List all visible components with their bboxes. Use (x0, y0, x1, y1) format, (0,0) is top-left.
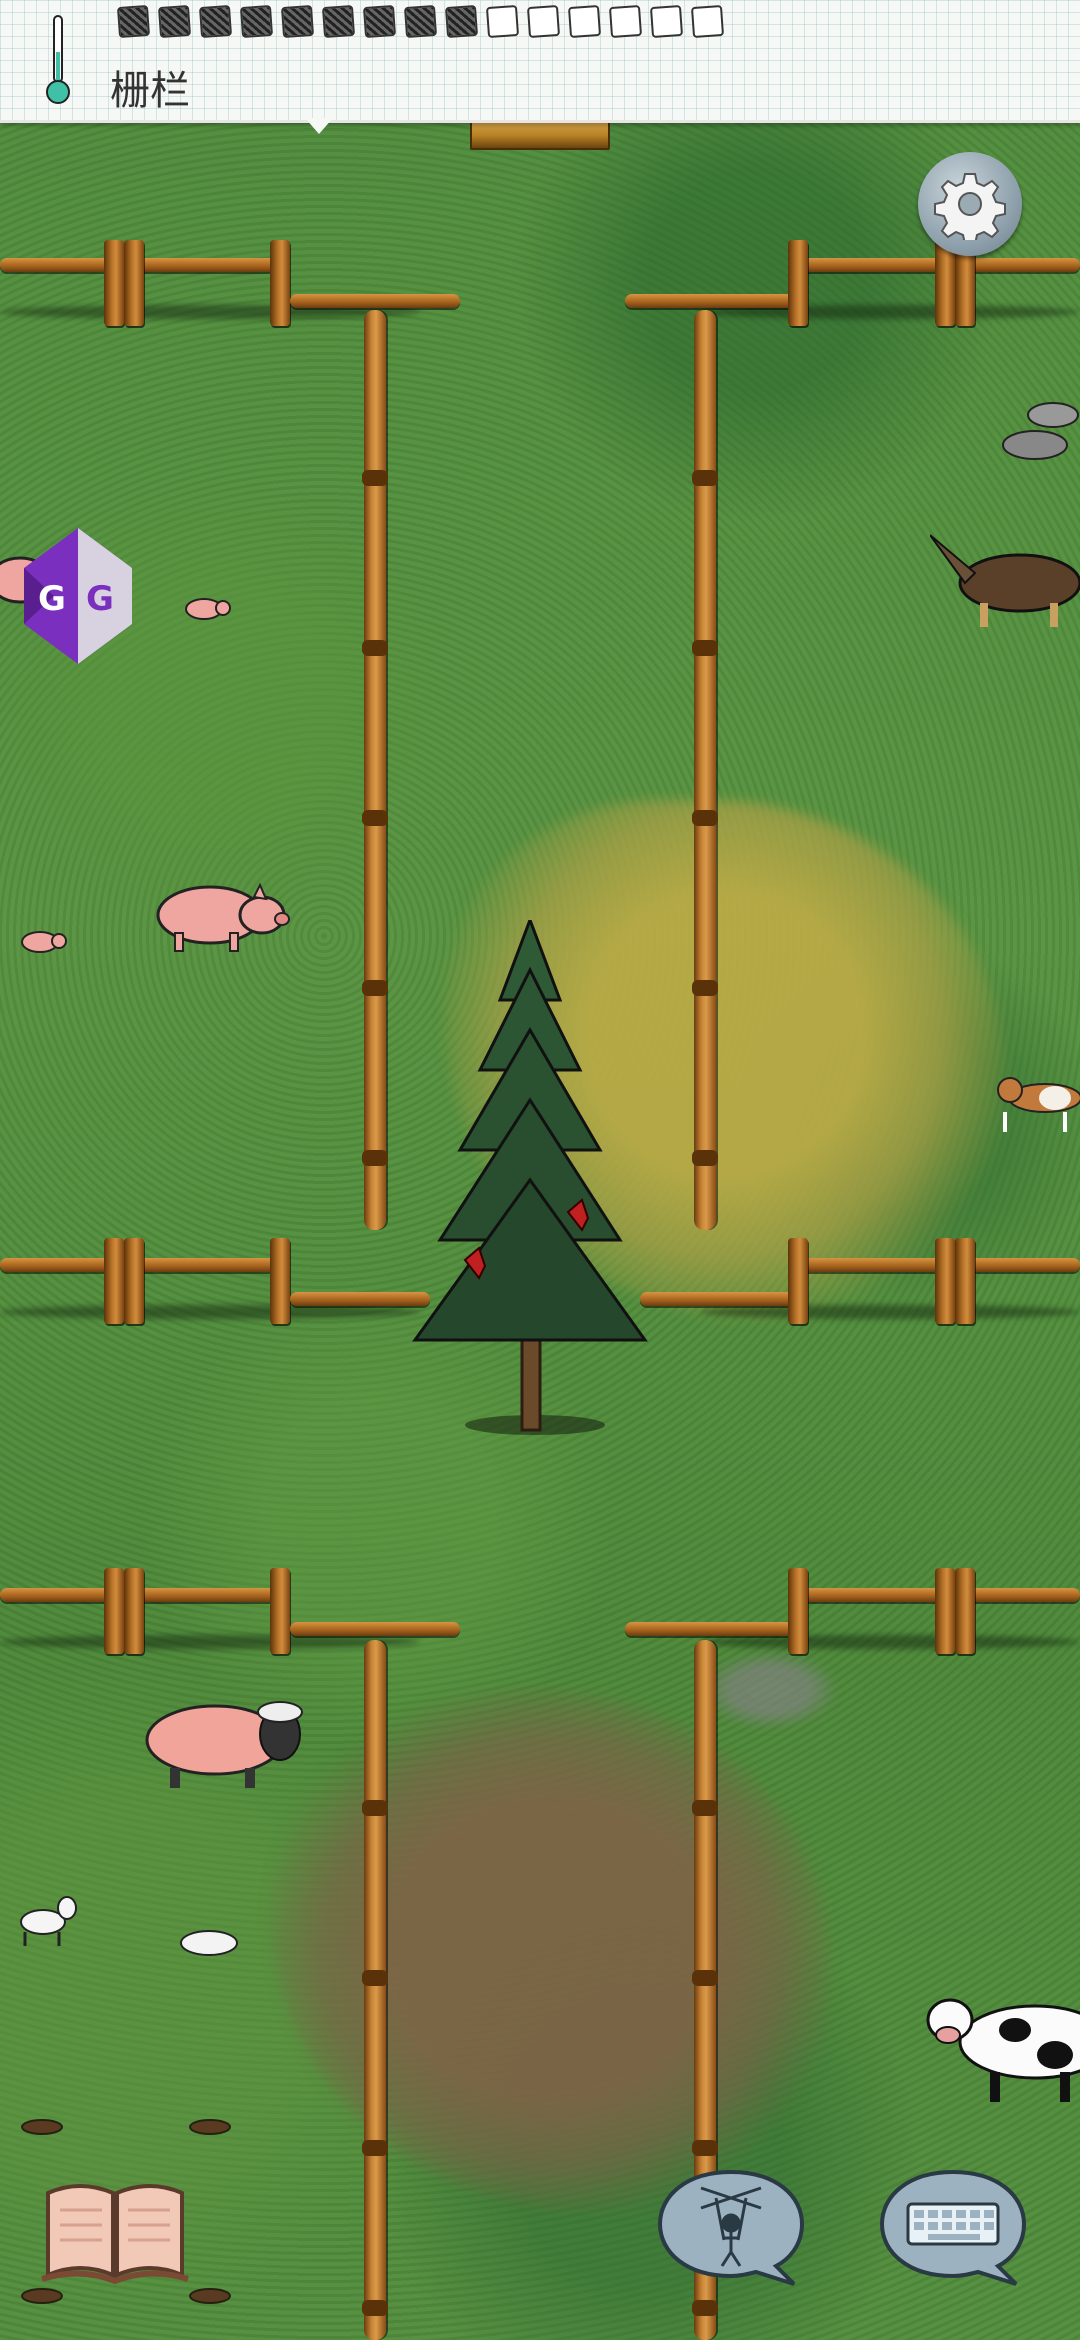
dog[interactable] (985, 390, 1080, 475)
piglet[interactable] (182, 594, 232, 624)
gg-label-right: G (86, 579, 114, 619)
top-bar: 栅栏 (0, 0, 1080, 123)
thermometer-icon (46, 15, 70, 104)
food-pip-filled (362, 4, 397, 39)
gear-icon (934, 173, 1006, 240)
food-pip-filled (198, 4, 233, 39)
gg-overlay-button[interactable]: G G (24, 528, 132, 664)
pig[interactable] (150, 875, 290, 955)
keyboard-button[interactable] (878, 2168, 1028, 2286)
food-pip-empty (608, 4, 643, 39)
food-pip-filled (280, 4, 315, 39)
gg-label-left: G (38, 579, 66, 619)
cow[interactable] (920, 1980, 1080, 2110)
food-pip-empty (567, 4, 602, 39)
game-field[interactable] (0, 0, 1080, 2340)
food-pip-empty (526, 4, 561, 39)
dung[interactable] (188, 2284, 232, 2304)
lamb[interactable] (175, 1925, 245, 1960)
stone-patch (700, 1650, 840, 1730)
food-pip-filled (116, 4, 151, 39)
food-pip-filled (239, 4, 274, 39)
spruce-tree[interactable] (410, 920, 650, 1440)
food-meter (116, 4, 725, 40)
dirt-patch (270, 1690, 830, 2210)
settings-button[interactable] (918, 152, 1022, 256)
open-book-icon (41, 2184, 189, 2285)
dung[interactable] (20, 2284, 64, 2304)
recipe-book-button[interactable] (40, 2175, 190, 2285)
puppet-button[interactable] (656, 2168, 806, 2286)
dung[interactable] (188, 2115, 232, 2135)
food-pip-filled (403, 4, 438, 39)
biome-label: 栅栏 (110, 68, 190, 114)
piglet[interactable] (18, 927, 68, 957)
top-bar-tab (305, 118, 333, 134)
food-pip-empty (649, 4, 684, 39)
food-pip-empty (485, 4, 520, 39)
food-pip-filled (444, 4, 479, 39)
dung[interactable] (20, 2115, 64, 2135)
keyboard-icon (906, 2202, 1000, 2246)
beagle[interactable] (995, 1050, 1080, 1140)
sheep[interactable] (140, 1690, 310, 1790)
food-pip-filled (157, 4, 192, 39)
goat[interactable] (15, 1890, 80, 1950)
food-pip-empty (690, 4, 725, 39)
wolf[interactable] (930, 525, 1080, 635)
food-pip-filled (321, 4, 356, 39)
